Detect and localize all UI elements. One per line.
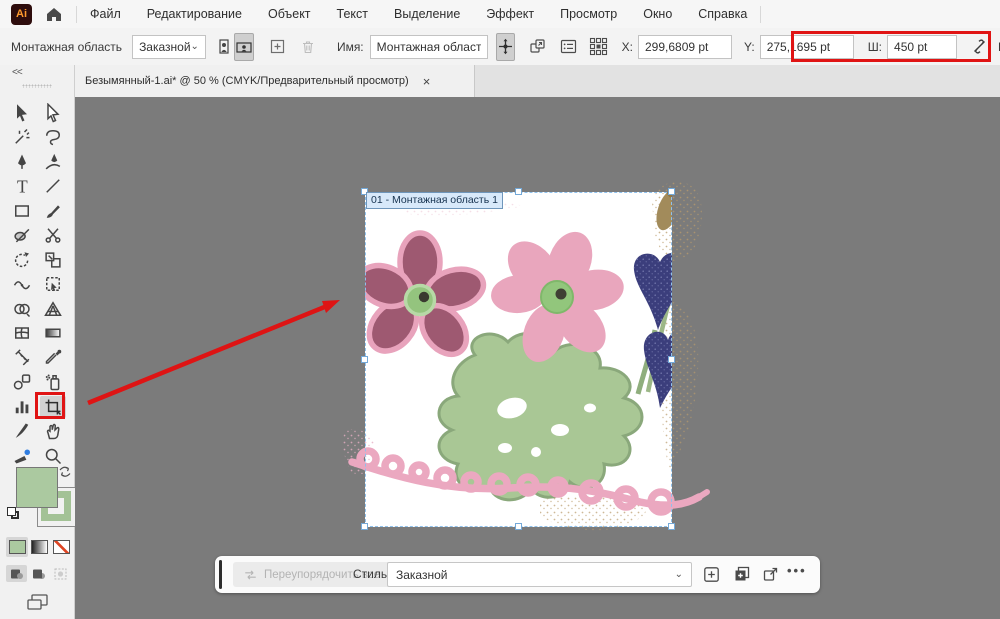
menu-select[interactable]: Выделение	[381, 1, 473, 28]
artboard-handle-n[interactable]	[515, 188, 522, 195]
artboard-handle-se[interactable]	[668, 523, 675, 530]
gradient-tool[interactable]	[40, 322, 66, 344]
illustrator-logo-icon[interactable]: Ai	[11, 4, 32, 25]
menu-effect[interactable]: Эффект	[473, 1, 547, 28]
tools-panel: << T	[0, 65, 75, 619]
collapse-panel-icon[interactable]: <<	[12, 67, 22, 78]
shape-builder-tool[interactable]	[9, 298, 35, 320]
symbol-sprayer-tool[interactable]	[40, 371, 66, 393]
color-mode-button[interactable]	[6, 537, 28, 557]
selection-tool[interactable]	[9, 102, 35, 124]
direct-selection-tool[interactable]	[40, 102, 66, 124]
pen-tool[interactable]	[9, 151, 35, 173]
new-artboard-button[interactable]	[270, 37, 285, 57]
new-artboard-icon[interactable]	[702, 565, 720, 583]
mesh-tool[interactable]	[9, 322, 35, 344]
svg-text:T: T	[17, 176, 28, 196]
artboard-preset-select[interactable]: Заказной⌄	[132, 35, 206, 59]
artboard-settings-icon[interactable]	[560, 36, 577, 58]
rotate-tool[interactable]	[9, 249, 35, 271]
chevron-down-icon: ⌄	[675, 569, 683, 580]
magic-wand-tool[interactable]	[9, 126, 35, 148]
artboard-name-input[interactable]	[370, 35, 488, 59]
artboard-panel-label: Монтажная область	[11, 40, 122, 54]
screen-mode-icon[interactable]	[26, 593, 50, 611]
annotation-box-artboard-tool	[35, 392, 65, 419]
rearrange-icon	[243, 568, 258, 582]
x-position-input[interactable]	[638, 35, 732, 59]
duplicate-artboard-icon[interactable]	[733, 565, 751, 583]
export-artboard-icon[interactable]	[761, 565, 779, 583]
artboard-selection-border[interactable]	[365, 192, 672, 527]
swap-fill-stroke-icon[interactable]	[57, 464, 73, 480]
menu-help[interactable]: Справка	[685, 1, 760, 28]
artboard-handle-e[interactable]	[668, 356, 675, 363]
column-graph-tool[interactable]	[9, 396, 35, 418]
menu-bar: Ai Файл Редактирование Объект Текст Выде…	[0, 0, 1000, 29]
style-label: Стиль:	[353, 567, 390, 581]
menu-window[interactable]: Окно	[630, 1, 685, 28]
document-tab[interactable]: Безымянный-1.ai* @ 50 % (CMYK/Предварите…	[75, 65, 475, 97]
panel-grip[interactable]	[22, 84, 52, 88]
x-label: X:	[622, 40, 633, 54]
gradient-mode-button[interactable]	[28, 537, 50, 557]
home-icon[interactable]	[44, 5, 64, 23]
blend-tool[interactable]	[9, 371, 35, 393]
width-tool[interactable]	[9, 273, 35, 295]
curvature-tool[interactable]	[40, 151, 66, 173]
annotation-arrow	[78, 293, 350, 413]
perspective-grid-tool[interactable]	[40, 298, 66, 320]
portrait-orientation-button[interactable]	[216, 34, 232, 60]
artboard-options-bar: Переупорядочить все Стиль: Заказной⌄ •••	[215, 556, 820, 593]
document-title: Безымянный-1.ai* @ 50 % (CMYK/Предварите…	[85, 75, 409, 87]
menu-view[interactable]: Просмотр	[547, 1, 630, 28]
menu-file[interactable]: Файл	[77, 1, 134, 28]
bar-handle[interactable]	[219, 560, 222, 589]
rearrange-artboards-icon[interactable]	[589, 35, 608, 59]
artboard-handle-sw[interactable]	[361, 523, 368, 530]
measure-tool[interactable]	[9, 347, 35, 369]
draw-inside-button	[50, 565, 71, 582]
shaper-tool[interactable]	[9, 224, 35, 246]
name-label: Имя:	[337, 40, 364, 54]
menu-type[interactable]: Текст	[324, 1, 381, 28]
free-transform-tool[interactable]	[40, 273, 66, 295]
artboard-handle-ne[interactable]	[668, 188, 675, 195]
artboard-options-move-icon[interactable]	[529, 36, 546, 58]
document-tab-bar: Безымянный-1.ai* @ 50 % (CMYK/Предварите…	[75, 65, 1000, 97]
menu-separator	[760, 6, 761, 23]
hand-tool[interactable]	[40, 420, 66, 442]
rectangle-tool[interactable]	[9, 200, 35, 222]
type-tool[interactable]: T	[9, 175, 35, 197]
style-select[interactable]: Заказной⌄	[387, 562, 692, 587]
close-tab-icon[interactable]: ×	[423, 74, 431, 89]
none-mode-button[interactable]	[50, 537, 72, 557]
draw-behind-button[interactable]	[28, 565, 49, 582]
scale-tool[interactable]	[40, 249, 66, 271]
fill-color-swatch[interactable]	[16, 467, 58, 508]
artboard-handle-s[interactable]	[515, 523, 522, 530]
draw-normal-button[interactable]	[6, 565, 27, 582]
scissors-tool[interactable]	[40, 224, 66, 246]
default-fill-stroke-icon[interactable]	[7, 507, 20, 520]
landscape-orientation-button[interactable]	[234, 33, 254, 61]
rotate-view-tool[interactable]	[9, 445, 35, 467]
lasso-tool[interactable]	[40, 126, 66, 148]
chevron-down-icon: ⌄	[191, 41, 199, 52]
paintbrush-tool[interactable]	[40, 200, 66, 222]
artboard-handle-w[interactable]	[361, 356, 368, 363]
y-label: Y:	[744, 40, 755, 54]
menu-object[interactable]: Объект	[255, 1, 324, 28]
move-with-artboard-toggle[interactable]	[496, 33, 515, 61]
menu-edit[interactable]: Редактирование	[134, 1, 255, 28]
slice-tool[interactable]	[9, 420, 35, 442]
eyedropper-tool[interactable]	[40, 347, 66, 369]
delete-artboard-button	[301, 37, 315, 57]
artboard-name-tag: 01 - Монтажная область 1	[366, 192, 503, 209]
annotation-box-dimensions	[791, 31, 991, 62]
line-segment-tool[interactable]	[40, 175, 66, 197]
more-options-icon[interactable]: •••	[787, 563, 807, 578]
